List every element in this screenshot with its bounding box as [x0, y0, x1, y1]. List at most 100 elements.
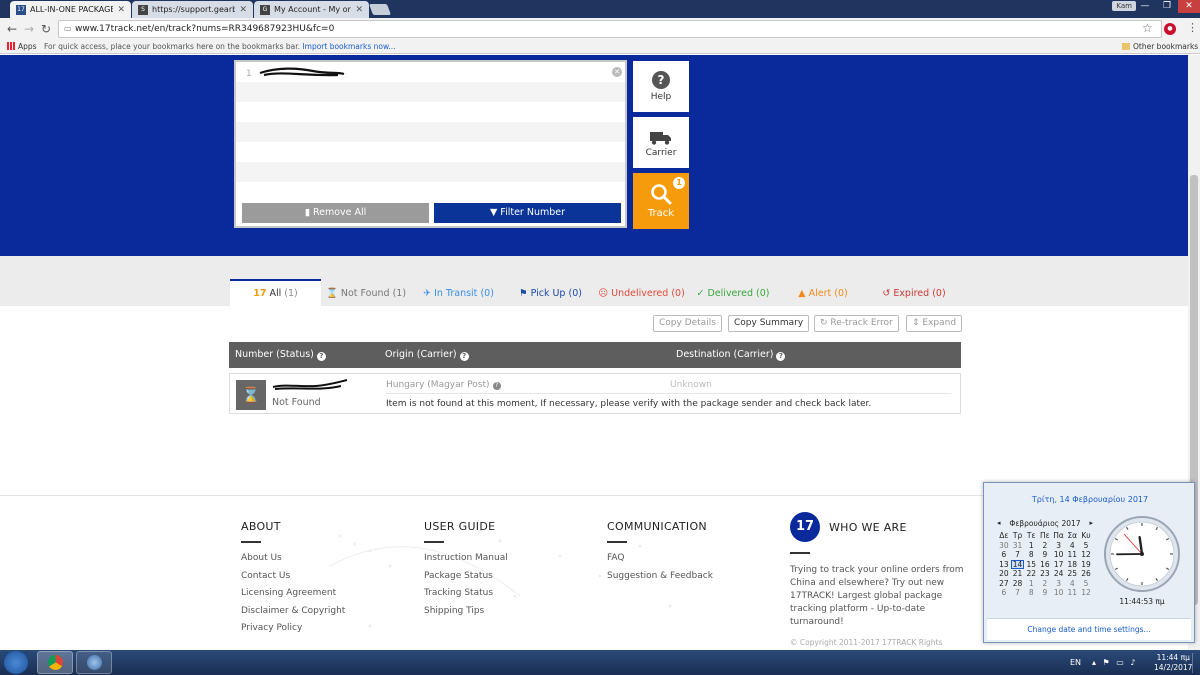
- calendar-day[interactable]: 8: [1024, 588, 1038, 598]
- remove-all-button[interactable]: ▮ Remove All: [242, 203, 429, 223]
- taskbar-chrome[interactable]: [37, 651, 73, 674]
- privacy-policy-link[interactable]: Privacy Policy: [241, 623, 345, 641]
- retrack-error-button[interactable]: ↻ Re-track Error: [814, 315, 899, 332]
- calendar-day[interactable]: 16: [1038, 560, 1052, 570]
- track-button[interactable]: 1 Track: [633, 173, 689, 229]
- contact-us-link[interactable]: Contact Us: [241, 571, 345, 589]
- suggestion-feedback-link[interactable]: Suggestion & Feedback: [607, 571, 713, 589]
- calendar-day[interactable]: 4: [1065, 541, 1079, 551]
- browser-tab-my-account[interactable]: G My Account - My order ✕: [254, 1, 369, 18]
- calendar-day[interactable]: 30: [997, 541, 1011, 551]
- language-indicator[interactable]: EN: [1070, 658, 1081, 667]
- change-date-time-settings-link[interactable]: Change date and time settings...: [987, 618, 1191, 640]
- calendar-day[interactable]: 7: [1011, 550, 1025, 560]
- back-arrow-icon[interactable]: ←: [7, 22, 17, 36]
- calendar-day[interactable]: 11: [1065, 550, 1079, 560]
- tray-icons[interactable]: ▴ ⚑ ▭ ♪: [1092, 658, 1137, 667]
- calendar-full-date[interactable]: Τρίτη, 14 Φεβρουαρίου 2017: [984, 495, 1196, 504]
- tab-alert[interactable]: ▲ Alert (0): [778, 279, 868, 306]
- calendar-day[interactable]: 21: [1011, 569, 1025, 579]
- calendar-day[interactable]: 31: [1011, 541, 1025, 551]
- tracking-status-link[interactable]: Tracking Status: [424, 588, 508, 606]
- calendar-day[interactable]: 5: [1079, 541, 1093, 551]
- browser-tab-17track[interactable]: 17 ALL-IN-ONE PACKAGE TI ✕: [10, 1, 131, 18]
- calendar-day[interactable]: 17: [1052, 560, 1066, 570]
- calendar-day[interactable]: 11: [1065, 588, 1079, 598]
- help-icon[interactable]: ?: [776, 352, 786, 361]
- calendar-day[interactable]: 5: [1079, 579, 1093, 589]
- tray-clock[interactable]: 11:44 πμ 14/2/2017: [1154, 653, 1192, 673]
- calendar-day[interactable]: 9: [1038, 588, 1052, 598]
- help-icon[interactable]: ?: [316, 352, 326, 361]
- disclaimer-copyright-link[interactable]: Disclaimer & Copyright: [241, 606, 345, 624]
- tab-expired[interactable]: ↺ Expired (0): [868, 279, 960, 306]
- shipping-tips-link[interactable]: Shipping Tips: [424, 606, 508, 624]
- address-bar[interactable]: ▭ www.17track.net/en/track?nums=RR349687…: [58, 20, 1162, 38]
- calendar-day[interactable]: 1: [1024, 541, 1038, 551]
- copy-summary-button[interactable]: Copy Summary: [728, 315, 810, 332]
- tab-in-transit[interactable]: ✈ In Transit (0): [411, 279, 506, 306]
- calendar-day[interactable]: 7: [1011, 588, 1025, 598]
- calendar-day[interactable]: 6: [997, 550, 1011, 560]
- tab-all[interactable]: 17 All (1): [230, 279, 321, 306]
- close-tab-icon[interactable]: ✕: [355, 5, 363, 15]
- help-button[interactable]: ? Help: [633, 61, 689, 112]
- faq-link[interactable]: FAQ: [607, 553, 713, 571]
- licensing-agreement-link[interactable]: Licensing Agreement: [241, 588, 345, 606]
- calendar-day[interactable]: 6: [997, 588, 1011, 598]
- calendar-day[interactable]: 12: [1079, 588, 1093, 598]
- other-bookmarks[interactable]: Other bookmarks: [1122, 41, 1198, 53]
- close-tab-icon[interactable]: ✕: [117, 5, 125, 15]
- tab-delivered[interactable]: ✓ Delivered (0): [688, 279, 778, 306]
- close-window-icon[interactable]: ✕: [1178, 0, 1200, 13]
- result-row[interactable]: ⌛ Not Found Hungary (Magyar Post)? Unkno…: [229, 373, 961, 414]
- calendar-day[interactable]: 27: [997, 579, 1011, 589]
- calendar-day[interactable]: 10: [1052, 588, 1066, 598]
- previous-month-icon[interactable]: ◂: [997, 519, 1001, 527]
- help-icon[interactable]: ?: [459, 352, 469, 361]
- minimize-window-icon[interactable]: —: [1134, 0, 1156, 13]
- calendar-day[interactable]: 2: [1038, 579, 1052, 589]
- tab-pick-up[interactable]: ⚑ Pick Up (0): [506, 279, 595, 306]
- help-icon[interactable]: ?: [492, 382, 501, 390]
- calendar-day[interactable]: 19: [1079, 560, 1093, 570]
- next-month-icon[interactable]: ▸: [1089, 519, 1093, 527]
- profile-chip[interactable]: Kam: [1112, 1, 1136, 11]
- bookmark-star-icon[interactable]: ☆: [1142, 21, 1153, 35]
- tab-not-found[interactable]: ⌛ Not Found (1): [321, 279, 411, 306]
- show-desktop-button[interactable]: [1192, 653, 1200, 673]
- calendar-day[interactable]: 3: [1052, 541, 1066, 551]
- calendar-day[interactable]: 9: [1038, 550, 1052, 560]
- calendar-day[interactable]: 22: [1024, 569, 1038, 579]
- calendar-day[interactable]: 10: [1052, 550, 1066, 560]
- package-status-link[interactable]: Package Status: [424, 571, 508, 589]
- calendar-day[interactable]: 2: [1038, 541, 1052, 551]
- tracking-number-input[interactable]: 1 ✕ ▮ Remove All ▼ Filter Number: [234, 60, 627, 228]
- copy-details-button[interactable]: Copy Details: [653, 315, 722, 332]
- extension-icon[interactable]: ●: [1164, 23, 1176, 35]
- calendar-day[interactable]: 13: [997, 560, 1011, 570]
- calendar-day[interactable]: 28: [1011, 579, 1025, 589]
- calendar-day[interactable]: 8: [1024, 550, 1038, 560]
- new-tab-button[interactable]: [368, 4, 392, 15]
- calendar-day[interactable]: 23: [1038, 569, 1052, 579]
- calendar-day[interactable]: 25: [1065, 569, 1079, 579]
- import-bookmarks-link[interactable]: Import bookmarks now...: [302, 42, 395, 51]
- page-info-icon[interactable]: ▭: [64, 21, 72, 37]
- instruction-manual-link[interactable]: Instruction Manual: [424, 553, 508, 571]
- calendar-day[interactable]: 24: [1052, 569, 1066, 579]
- calendar-day[interactable]: 4: [1065, 579, 1079, 589]
- forward-arrow-icon[interactable]: →: [24, 22, 34, 36]
- taskbar-app[interactable]: [76, 651, 112, 674]
- calendar-day[interactable]: 26: [1079, 569, 1093, 579]
- maximize-window-icon[interactable]: ❐: [1156, 0, 1178, 13]
- chrome-menu-icon[interactable]: ⋮: [1187, 21, 1198, 34]
- clear-input-icon[interactable]: ✕: [612, 67, 622, 77]
- close-tab-icon[interactable]: ✕: [239, 5, 247, 15]
- carrier-button[interactable]: Carrier: [633, 117, 689, 168]
- expand-button[interactable]: ⇕ Expand: [906, 315, 963, 332]
- calendar-day[interactable]: 18: [1065, 560, 1079, 570]
- about-us-link[interactable]: About Us: [241, 553, 345, 571]
- tab-undelivered[interactable]: ☹ Undelivered (0): [595, 279, 688, 306]
- calendar-day[interactable]: 15: [1024, 560, 1038, 570]
